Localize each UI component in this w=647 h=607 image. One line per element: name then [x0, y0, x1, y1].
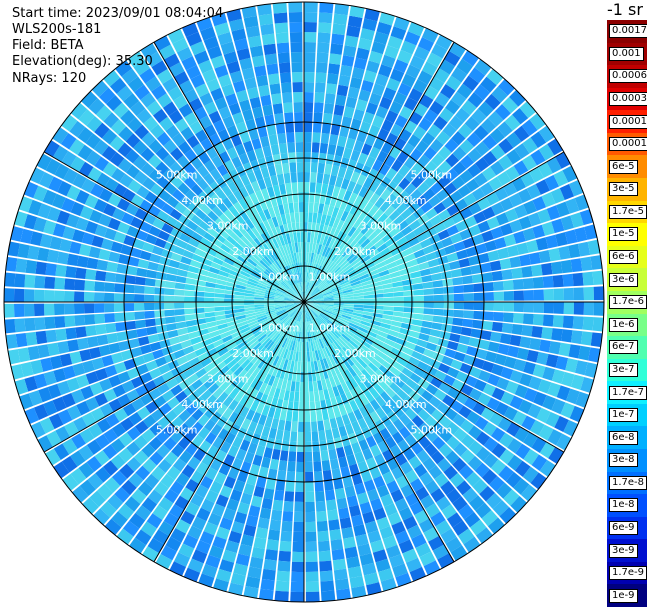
range-ring-label: 1.00km: [258, 271, 300, 284]
range-ring-label: 1.00km: [258, 321, 300, 334]
range-ring-label: 3.00km: [207, 220, 249, 233]
colorbar-tick-label: 6e-7: [609, 340, 638, 355]
colorbar-tick-label: 3e-9: [609, 543, 638, 558]
colorbar-tick-label: 1.7e-6: [609, 295, 647, 310]
range-ring-label: 4.00km: [181, 398, 223, 411]
colorbar-tick-label: 0.00017: [609, 114, 647, 129]
colorbar-tick-label: 1e-7: [609, 408, 638, 423]
start-time-label: Start time: 2023/09/01 08:04:04: [12, 6, 224, 21]
range-ring-label: 3.00km: [207, 372, 249, 385]
colorbar-tick-label: 6e-8: [609, 430, 638, 445]
range-ring-label: 2.00km: [334, 347, 376, 360]
nrays-label: NRays: 120: [12, 71, 87, 86]
colorbar-tick-label: 6e-9: [609, 520, 638, 535]
instrument-label: WLS200s-181: [12, 22, 102, 37]
field-label: Field: BETA: [12, 38, 84, 53]
colorbar-tick-label: 0.0017: [609, 24, 647, 39]
colorbar-tick-label: 0.0001: [609, 137, 647, 152]
range-ring-label: 1.00km: [309, 271, 351, 284]
colorbar-tick-label: 1.7e-8: [609, 475, 647, 490]
range-ring-label: 5.00km: [156, 169, 198, 182]
range-ring-label: 3.00km: [360, 220, 402, 233]
range-ring-label: 4.00km: [181, 194, 223, 207]
colorbar-tick-label: 1e-5: [609, 227, 638, 242]
colorbar-tick-label: 1.7e-5: [609, 204, 647, 219]
colorbar-tick-label: 3e-5: [609, 182, 638, 197]
range-ring-label: 2.00km: [232, 347, 274, 360]
range-ring-label: 1.00km: [309, 321, 351, 334]
colorbar-tick-label: 6e-5: [609, 159, 638, 174]
range-ring-label: 5.00km: [156, 423, 198, 436]
range-ring-label: 4.00km: [385, 398, 427, 411]
range-ring-label: 2.00km: [232, 245, 274, 258]
range-ring-label: 5.00km: [410, 169, 452, 182]
colorbar-tick-label: 0.0003: [609, 92, 647, 107]
colorbar-tick-label: 1e-9: [609, 588, 638, 603]
colorbar-tick-label: 1e-8: [609, 498, 638, 513]
colorbar-tick-label: 3e-8: [609, 453, 638, 468]
colorbar-unit-title: -1 sr: [607, 0, 643, 19]
colorbar-tick-label: 0.001: [609, 46, 644, 61]
range-ring-label: 2.00km: [334, 245, 376, 258]
colorbar-tick-label: 3e-6: [609, 272, 638, 287]
colorbar-tick-label: 1.7e-7: [609, 385, 647, 400]
colorbar-tick-label: 0.0006: [609, 69, 647, 84]
colorbar-tick-label: 6e-6: [609, 250, 638, 265]
range-ring-label: 3.00km: [360, 372, 402, 385]
colorbar-tick-label: 1.7e-9: [609, 566, 647, 581]
colorbar-tick-label: 1e-6: [609, 317, 638, 332]
colorbar: 0.0017 0.001 0.0006 0.0003 0.00017 0.0001 6e-5…: [607, 20, 647, 607]
range-ring-label: 5.00km: [410, 423, 452, 436]
ppi-scan-plot: 1.00km 1.00km 1.00km 1.00km 2.00km 2.00km 2.00…: [3, 1, 605, 603]
elevation-label: Elevation(deg): 35.30: [12, 54, 153, 69]
range-ring-label: 4.00km: [385, 194, 427, 207]
colorbar-tick-label: 3e-7: [609, 362, 638, 377]
